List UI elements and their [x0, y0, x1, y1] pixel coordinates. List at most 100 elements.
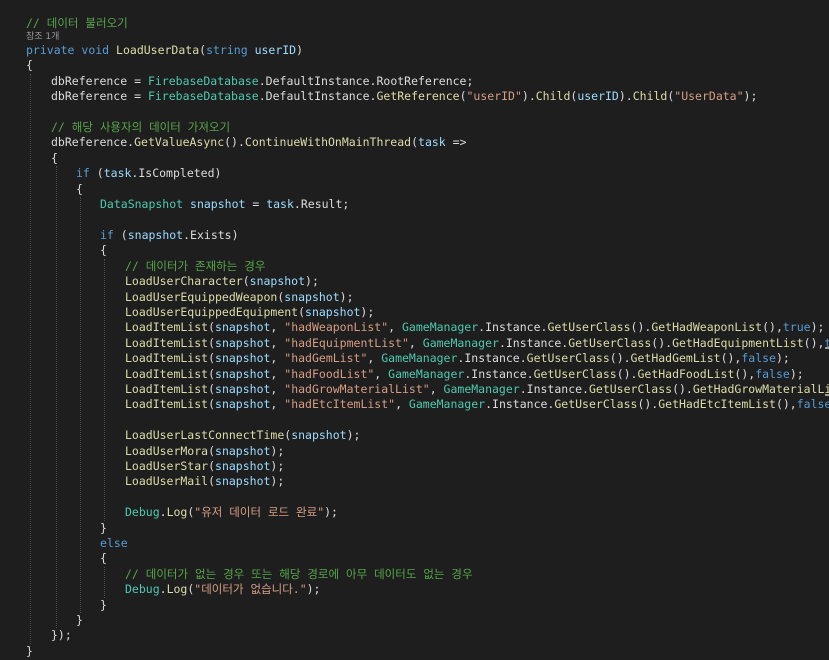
code-line[interactable]: } — [26, 644, 33, 660]
code-line[interactable]: LoadItemList(snapshot, "hadFoodList", Ga… — [125, 367, 804, 383]
code-line[interactable]: if (snapshot.Exists) — [100, 228, 239, 244]
code-line[interactable]: LoadUserCharacter(snapshot); — [125, 274, 319, 290]
code-token: Log — [166, 582, 188, 596]
code-token: ( — [208, 397, 216, 411]
code-editor[interactable]: 참조 1개 // 데이터 불러오기 private void LoadUserDa… — [0, 0, 829, 660]
code-token: ( — [208, 474, 216, 488]
code-token: if — [76, 166, 90, 180]
code-token: Debug — [125, 582, 160, 596]
code-token: false — [796, 397, 829, 411]
code-token: ); — [743, 89, 758, 103]
code-token: snapshot — [215, 351, 271, 365]
code-line[interactable]: LoadItemList(snapshot, "hadGemList", Gam… — [125, 351, 790, 367]
code-token: = — [127, 89, 148, 103]
code-line[interactable]: LoadItemList(snapshot, "hadWeaponList", … — [125, 320, 824, 336]
code-line[interactable]: LoadItemList(snapshot, "hadGrowMaterialL… — [125, 382, 829, 398]
code-token: . — [258, 89, 266, 103]
code-token: (). — [630, 320, 652, 334]
gutter — [0, 0, 18, 660]
code-line[interactable]: else — [100, 536, 128, 552]
code-token: dbReference — [51, 74, 128, 88]
code-token: Instance — [485, 320, 541, 334]
indent-guide — [80, 197, 81, 613]
code-token: GetUserClass — [568, 336, 652, 350]
code-token: ( — [208, 444, 216, 458]
code-token: => — [445, 135, 467, 149]
code-token: userID — [254, 43, 297, 57]
indent-guide — [104, 567, 105, 598]
code-line[interactable]: // 해당 사용자의 데이터 가져오기 — [51, 120, 230, 136]
code-token: GetUserClass — [533, 367, 617, 381]
code-line[interactable]: LoadUserMail(snapshot); — [125, 474, 284, 490]
code-token: , — [388, 320, 402, 334]
code-token: LoadItemList — [125, 351, 209, 365]
code-line[interactable]: LoadItemList(snapshot, "hadEtcItemList",… — [125, 397, 829, 413]
code-token: snapshot — [190, 197, 246, 211]
code-token: ); — [360, 305, 375, 319]
scrollbar-marker[interactable] — [825, 394, 829, 396]
code-token: Debug — [125, 505, 160, 519]
code-line[interactable]: Debug.Log("유저 데이터 로드 완료"); — [125, 505, 338, 521]
code-token: = — [245, 197, 267, 211]
code-token: GameManager — [388, 367, 465, 381]
code-line[interactable]: dbReference = FirebaseDatabase.DefaultIn… — [51, 74, 473, 90]
code-line[interactable]: { — [76, 182, 83, 198]
code-token: ( — [411, 135, 419, 149]
code-line[interactable]: LoadUserLastConnectTime(snapshot); — [125, 428, 360, 444]
code-line[interactable]: Debug.Log("데이터가 없습니다."); — [125, 582, 320, 598]
code-token: dbReference — [51, 89, 128, 103]
code-token: , — [270, 320, 285, 334]
code-line[interactable]: { — [51, 151, 58, 167]
code-token: "hadGrowMaterialList" — [284, 382, 430, 396]
code-line[interactable]: LoadItemList(snapshot, "hadEquipmentList… — [125, 336, 829, 352]
code-token: "UserData" — [674, 89, 744, 103]
code-token: // 데이터가 없는 경우 또는 해당 경로에 아무 데이터도 없는 경우 — [125, 567, 473, 581]
code-line[interactable]: // 데이터 불러오기 — [26, 16, 128, 32]
code-line[interactable]: LoadUserStar(snapshot); — [125, 459, 284, 475]
code-token: ( — [208, 336, 216, 350]
code-token: ); — [306, 582, 321, 596]
code-line[interactable]: { — [100, 243, 107, 259]
code-token: ) — [296, 43, 304, 57]
code-token: ( — [242, 274, 250, 288]
code-line[interactable]: private void LoadUserData(string userID) — [26, 43, 303, 59]
code-token: ( — [459, 89, 467, 103]
code-line[interactable]: } — [100, 598, 107, 614]
code-token: , — [429, 382, 444, 396]
code-token: GetHadWeaponList — [651, 320, 763, 334]
code-line[interactable]: dbReference = FirebaseDatabase.DefaultIn… — [51, 89, 757, 105]
code-line[interactable]: LoadUserEquippedWeapon(snapshot); — [125, 290, 354, 306]
code-line[interactable]: LoadUserMora(snapshot); — [125, 444, 284, 460]
scrollbar-marker[interactable] — [825, 347, 829, 349]
code-line[interactable]: LoadUserEquippedEquipment(snapshot); — [125, 305, 374, 321]
code-token: ( — [208, 351, 216, 365]
code-line[interactable]: dbReference.GetValueAsync().ContinueWith… — [51, 135, 467, 151]
code-token: . — [582, 382, 589, 396]
code-token: } — [26, 644, 33, 658]
code-token: ( — [113, 228, 128, 242]
code-line[interactable]: } — [76, 613, 83, 629]
code-line[interactable]: } — [100, 521, 107, 537]
code-token: GetUserClass — [588, 382, 673, 396]
code-line[interactable]: // 데이터가 없는 경우 또는 해당 경로에 아무 데이터도 없는 경우 — [125, 567, 473, 583]
codelens-references[interactable]: 참조 1개 — [26, 31, 59, 43]
code-line[interactable]: }); — [51, 628, 72, 644]
code-token: ); — [339, 290, 354, 304]
code-token: ); — [324, 505, 338, 519]
code-line[interactable]: { — [26, 58, 33, 74]
code-token: { — [26, 58, 33, 72]
code-line[interactable]: if (task.IsCompleted) — [76, 166, 221, 182]
code-token: (). — [637, 397, 659, 411]
code-token: (), — [803, 336, 825, 350]
code-line[interactable]: DataSnapshot snapshot = task.Result; — [100, 197, 349, 213]
code-token: GameManager — [381, 351, 458, 365]
code-token: LoadUserLastConnectTime — [125, 428, 285, 442]
code-line[interactable]: // 데이터가 존재하는 경우 — [125, 259, 265, 275]
code-token: "유저 데이터 로드 완료" — [194, 505, 325, 519]
code-line[interactable]: { — [100, 551, 107, 567]
code-token: GameManager — [402, 320, 479, 334]
code-token: GetUserClass — [554, 397, 638, 411]
code-token: true — [782, 320, 811, 334]
